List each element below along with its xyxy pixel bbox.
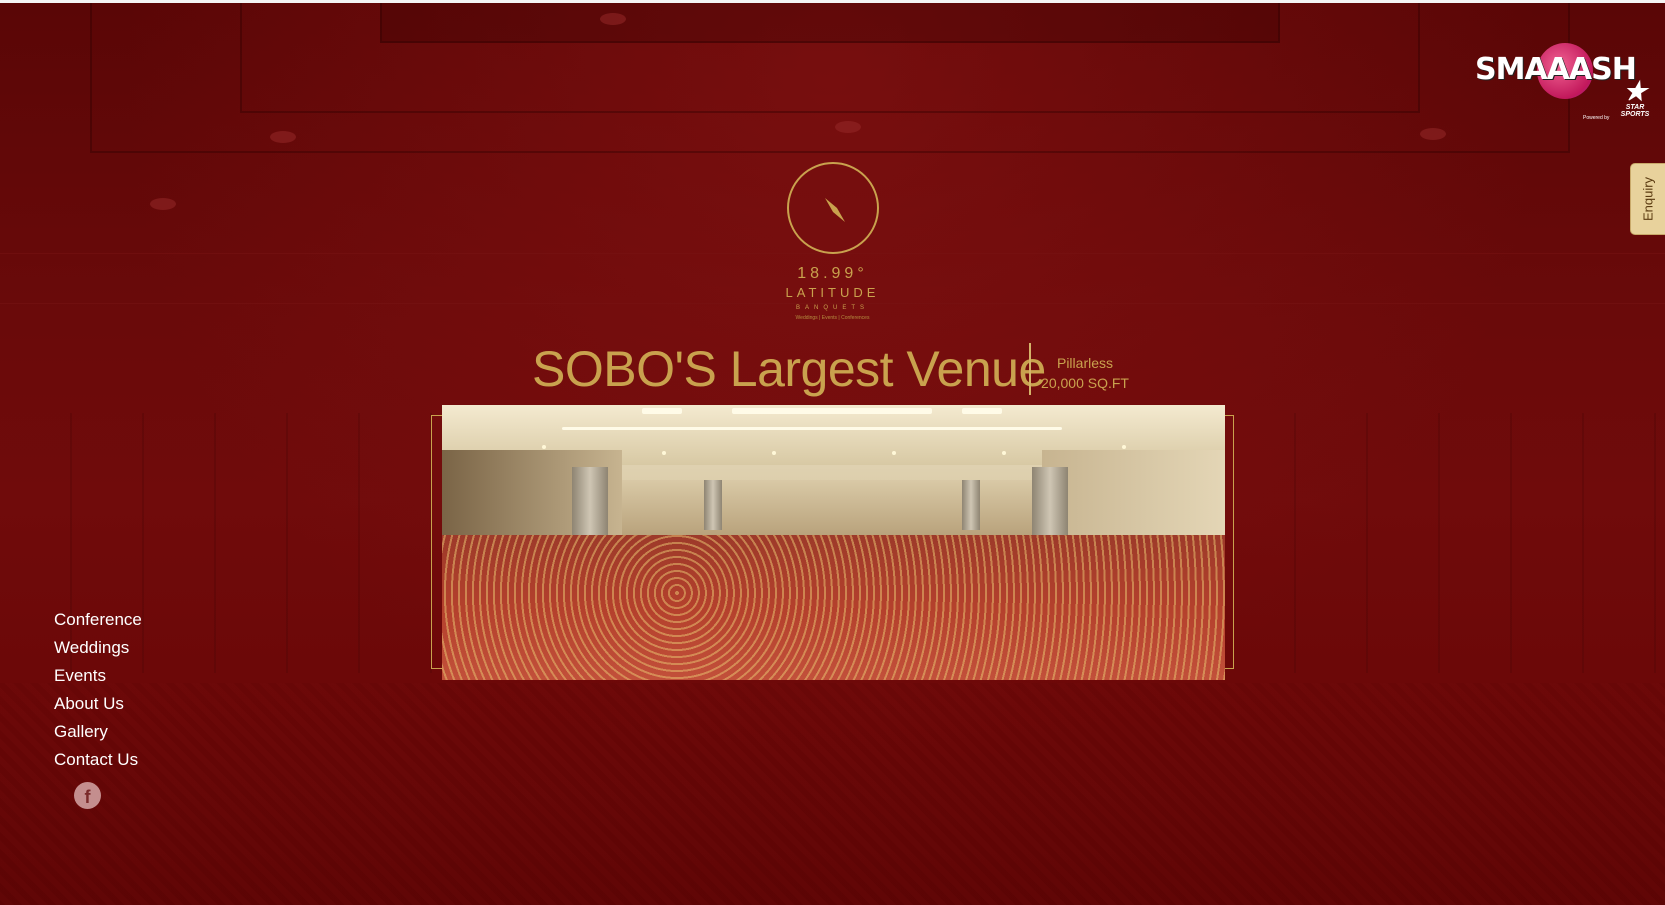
nav-link-weddings[interactable]: Weddings: [54, 634, 214, 662]
nav-link-gallery[interactable]: Gallery: [54, 718, 214, 746]
photo-light: [562, 427, 1062, 430]
side-navigation: Conference Weddings Events About Us Gall…: [54, 606, 214, 774]
nav-link-events[interactable]: Events: [54, 662, 214, 690]
brand-subtitle: BANQUETS: [795, 305, 869, 311]
photo-spotlight: [1122, 445, 1126, 449]
area-label: 20,000 SQ.FT: [1041, 375, 1129, 391]
ceiling-lamp: [1420, 128, 1446, 140]
photo-spotlight: [892, 451, 896, 455]
star-sports-logo: ★ STAR SPORTS: [1615, 78, 1655, 123]
photo-curtain: [1032, 467, 1068, 537]
ceiling-frame: [380, 3, 1280, 43]
compass-icon: [787, 162, 879, 254]
ceiling-lamp: [600, 13, 626, 25]
photo-curtain: [572, 467, 608, 537]
ceiling-lamp: [270, 131, 296, 143]
smaaash-logo[interactable]: SMAAASH Powered by ★ STAR SPORTS: [1475, 38, 1660, 133]
photo-spotlight: [662, 451, 666, 455]
photo-spotlight: [542, 445, 546, 449]
photo-curtain: [704, 480, 722, 530]
pillarless-label: Pillarless: [1056, 355, 1113, 371]
photo-curtain: [962, 480, 980, 530]
venue-photo: [442, 405, 1225, 680]
brand-logo[interactable]: 18.99° LATITUDE BANQUETS Weddings | Even…: [760, 160, 905, 325]
photo-light: [732, 408, 932, 414]
compass-needle-icon: [825, 198, 845, 222]
powered-by-label: Powered by: [1583, 115, 1610, 121]
photo-spotlight: [772, 451, 776, 455]
nav-link-contact-us[interactable]: Contact Us: [54, 746, 214, 774]
photo-light: [642, 408, 682, 414]
headline-divider: [1029, 343, 1031, 395]
brand-tagline: Weddings | Events | Conferences: [795, 315, 870, 321]
ceiling-lamp: [835, 121, 861, 133]
ceiling-lamp: [150, 198, 176, 210]
photo-spotlight: [1002, 451, 1006, 455]
brand-name: LATITUDE: [785, 285, 880, 300]
nav-link-about-us[interactable]: About Us: [54, 690, 214, 718]
photo-light: [962, 408, 1002, 414]
enquiry-tab[interactable]: Enquiry: [1630, 163, 1665, 235]
brand-number: 18.99°: [797, 265, 868, 282]
star-icon: ★: [1623, 76, 1647, 106]
headline-side-info: Pillarless 20,000 SQ.FT: [1035, 353, 1135, 393]
page-headline: SOBO'S Largest Venue: [532, 341, 1046, 397]
partner-label: STAR SPORTS: [1620, 104, 1650, 118]
hall-floor: [0, 683, 1665, 905]
enquiry-label: Enquiry: [1640, 176, 1656, 222]
photo-wall-right: [1042, 450, 1225, 545]
logo-word: SMAAASH: [1475, 52, 1637, 87]
nav-link-conference[interactable]: Conference: [54, 606, 214, 634]
photo-carpet: [442, 535, 1225, 680]
facebook-icon[interactable]: f: [74, 782, 101, 809]
